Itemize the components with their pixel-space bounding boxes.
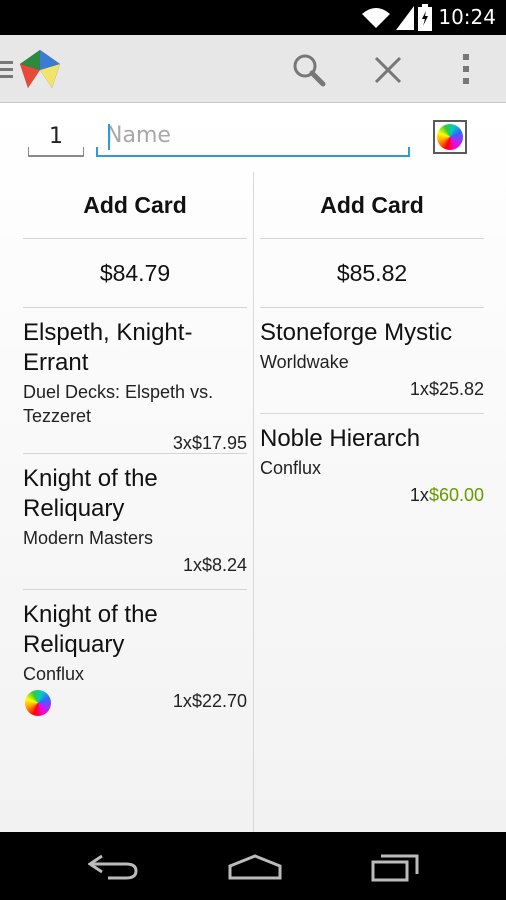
card-price: 1x$22.70 (173, 691, 247, 712)
color-filter-button[interactable] (433, 120, 467, 154)
quantity-field-edge (83, 147, 84, 155)
right-card-column: Add Card $85.82 Stoneforge Mystic Worldw… (260, 172, 484, 520)
card-item[interactable]: Knight of the Reliquary Conflux 1x$22.70 (23, 590, 247, 726)
card-price: 3x$17.95 (173, 433, 247, 454)
card-set: Modern Masters (23, 528, 154, 548)
status-time: 10:24 (438, 5, 496, 29)
search-icon[interactable] (292, 53, 326, 87)
signal-icon (396, 6, 414, 30)
card-price-row: 1x$22.70 (23, 686, 247, 720)
action-bar (0, 35, 506, 103)
card-qty: 1x (409, 485, 429, 505)
status-icons (360, 6, 426, 30)
close-icon[interactable] (374, 56, 402, 84)
name-field-edge (408, 147, 410, 155)
card-price-value: $60.00 (428, 485, 484, 505)
text-caret (108, 124, 110, 150)
card-price: 1x$60.00 (410, 485, 484, 506)
card-set: Conflux (260, 458, 322, 478)
rainbow-icon (25, 690, 51, 716)
card-qty: 3x (172, 433, 192, 453)
card-set: Worldwake (260, 352, 349, 372)
card-qty: 1x (182, 555, 202, 575)
card-price-value: $22.70 (191, 691, 247, 711)
wifi-icon (362, 8, 390, 28)
card-item[interactable]: Stoneforge Mystic Worldwake 1x$25.82 (260, 308, 484, 414)
rainbow-icon (437, 124, 463, 150)
card-price-row: 1x$60.00 (260, 480, 484, 514)
back-icon[interactable] (88, 852, 138, 882)
card-set: Duel Decks: Elspeth vs. Tezzeret (23, 382, 214, 426)
hamburger-icon[interactable] (0, 59, 14, 79)
app-logo-icon[interactable] (18, 48, 62, 90)
quantity-value: 1 (49, 123, 63, 149)
card-item[interactable]: Elspeth, Knight-Errant Duel Decks: Elspe… (23, 308, 247, 454)
card-price-row: 1x$8.24 (23, 550, 247, 584)
battery-icon (418, 4, 432, 31)
name-field-edge (96, 147, 98, 155)
navigation-bar (0, 832, 506, 900)
right-total: $85.82 (260, 239, 484, 308)
card-price-value: $25.82 (428, 379, 484, 399)
card-name: Noble Hierarch (260, 425, 421, 452)
overflow-menu-icon[interactable] (461, 53, 471, 85)
column-divider (253, 172, 254, 832)
card-name: Knight of the Reliquary (23, 465, 158, 522)
card-set: Conflux (23, 664, 85, 684)
status-bar: 10:24 (0, 0, 506, 35)
card-price-row: 1x$25.82 (260, 374, 484, 408)
card-qty: 1x (409, 379, 429, 399)
add-card-button-right[interactable]: Add Card (260, 172, 484, 239)
card-price-value: $17.95 (191, 433, 247, 453)
name-field[interactable] (96, 117, 410, 157)
quantity-field-edge (28, 147, 29, 155)
quantity-field[interactable]: 1 (28, 117, 84, 157)
card-name: Elspeth, Knight-Errant (23, 319, 193, 376)
card-name: Knight of the Reliquary (23, 601, 158, 658)
card-item[interactable]: Noble Hierarch Conflux 1x$60.00 (260, 414, 484, 520)
card-price-value: $8.24 (201, 555, 247, 575)
card-item[interactable]: Knight of the Reliquary Modern Masters 1… (23, 454, 247, 590)
card-name: Stoneforge Mystic (260, 319, 453, 346)
recents-icon[interactable] (371, 852, 421, 882)
card-qty: 1x (172, 691, 192, 711)
left-total: $84.79 (23, 239, 247, 308)
name-input[interactable] (96, 117, 410, 153)
card-price: 1x$8.24 (183, 555, 247, 576)
left-card-column: Add Card $84.79 Elspeth, Knight-Errant D… (23, 172, 247, 726)
card-price: 1x$25.82 (410, 379, 484, 400)
add-card-button-left[interactable]: Add Card (23, 172, 247, 239)
home-icon[interactable] (228, 854, 282, 880)
